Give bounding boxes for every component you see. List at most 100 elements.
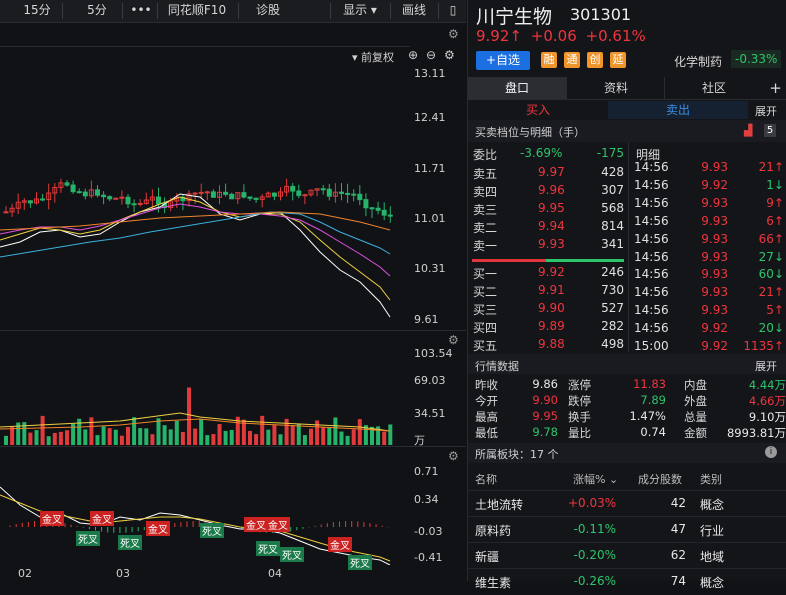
add-watchlist-button[interactable]: +自选 — [476, 51, 530, 70]
volume-bar — [40, 415, 45, 445]
candle — [137, 202, 143, 205]
sector-pct: +0.03% — [568, 496, 617, 510]
sector-name[interactable]: 化学制药 — [674, 53, 722, 70]
volume-axis-label: 34.51 — [414, 407, 446, 420]
kline-chart — [0, 178, 393, 318]
tag-margin[interactable]: 融 — [541, 52, 557, 68]
sector-count: 62 — [670, 548, 686, 562]
period-15min-button[interactable]: 15分 — [14, 0, 60, 22]
detail-volume: 5↑ — [766, 303, 784, 318]
trade-expand-button[interactable]: 展开 — [755, 103, 777, 119]
sector-type: 行业 — [700, 524, 725, 538]
candle — [156, 196, 161, 205]
macd-axis-label: -0.41 — [414, 551, 443, 564]
macd-panel: ⚙ 金叉 金叉 金叉 金叉 金叉 金叉 死叉 死叉 死叉 死叉 死叉 死叉 0.… — [0, 446, 466, 582]
settings-icon[interactable]: ⚙ — [444, 48, 455, 62]
sector-pct: -0.11% — [573, 522, 616, 536]
sidebar-toggle-icon[interactable]: ▯ — [444, 0, 462, 22]
detail-price: 9.93 — [701, 249, 728, 264]
stat-value: 1.47% — [629, 409, 666, 423]
sector-row[interactable]: 新疆 -0.20% 62 地域 — [468, 542, 786, 569]
buy-button[interactable]: 买入 — [468, 101, 608, 119]
bid-price[interactable]: 9.92 — [538, 265, 594, 279]
add-tab-icon[interactable]: + — [764, 77, 786, 99]
sector-row[interactable]: 原料药 -0.11% 47 行业 — [468, 516, 786, 543]
stat-value: 8993.81万 — [726, 426, 786, 440]
tag-gem[interactable]: 创 — [587, 52, 603, 68]
tag-connect[interactable]: 通 — [564, 52, 580, 68]
period-5min-button[interactable]: 5分 — [74, 0, 120, 22]
volume-bar — [223, 430, 228, 445]
detail-price: 9.93 — [701, 285, 728, 300]
gold-cross-label: 金叉 — [146, 521, 170, 536]
detail-price: 9.93 — [701, 160, 728, 174]
detail-time: 14:56 — [634, 285, 669, 300]
diagnose-button[interactable]: 诊股 — [250, 0, 286, 22]
f10-button[interactable]: 同花顺F10 — [162, 0, 232, 22]
volume-bar — [333, 417, 338, 445]
draw-line-button[interactable]: 画线 — [396, 0, 432, 22]
tab-orderbook[interactable]: 盘口 — [468, 77, 566, 99]
bid-price[interactable]: 9.88 — [538, 337, 594, 351]
stat-value: 9.95 — [532, 409, 558, 423]
bid-price[interactable]: 9.89 — [538, 319, 594, 333]
gear-icon[interactable]: ⚙ — [448, 449, 459, 463]
col-type-header[interactable]: 类别 — [700, 471, 722, 487]
stat-label: 跌停 — [568, 394, 591, 408]
gear-icon[interactable]: ⚙ — [448, 333, 459, 347]
stat-value: 4.66万 — [748, 394, 786, 408]
ma5-line — [0, 193, 391, 318]
volume-bar — [388, 424, 393, 445]
market-expand-button[interactable]: 展开 — [755, 358, 777, 374]
candle — [113, 197, 119, 200]
stock-code: 301301 — [570, 5, 632, 24]
tag-delay[interactable]: 延 — [610, 52, 626, 68]
zoom-in-icon[interactable]: ⊕ — [408, 48, 418, 62]
sell-button[interactable]: 卖出 — [608, 101, 748, 119]
stat-label: 外盘 — [684, 394, 707, 408]
info-icon[interactable]: i — [765, 446, 777, 458]
chart-icon[interactable]: ▟ — [744, 124, 752, 137]
ask-price[interactable]: 9.95 — [538, 201, 594, 215]
kline-panel: ⚙ ▾ 前复权 ⊕ ⊖ ⚙ 13.11 12.41 11.71 11.01 10… — [0, 22, 466, 330]
bid-price[interactable]: 9.91 — [538, 283, 594, 297]
ask-price[interactable]: 9.94 — [538, 219, 594, 233]
tab-profile[interactable]: 资料 — [566, 77, 665, 99]
gear-icon[interactable]: ⚙ — [448, 27, 459, 41]
display-dropdown[interactable]: 显示 ▾ — [340, 0, 380, 22]
col-name-header[interactable]: 名称 — [475, 471, 497, 487]
col-count-header[interactable]: 成分股数 — [638, 471, 682, 487]
volume-bar — [65, 430, 69, 445]
ask-price[interactable]: 9.96 — [538, 183, 594, 197]
col-pct-header[interactable]: 涨幅% ⌄ — [573, 471, 618, 487]
candle — [241, 192, 247, 198]
ask-label: 卖一 — [473, 239, 498, 253]
price-axis-label: 10.31 — [414, 262, 446, 275]
candle — [131, 203, 137, 206]
ask-price[interactable]: 9.93 — [538, 237, 594, 251]
x-axis-label: 02 — [18, 567, 32, 580]
volume-bar — [144, 428, 149, 445]
zoom-out-icon[interactable]: ⊖ — [426, 48, 436, 62]
tab-community[interactable]: 社区 — [664, 77, 763, 99]
sector-row[interactable]: 土地流转 +0.03% 42 概念 — [468, 490, 786, 517]
weibi-pct: -3.69% — [520, 146, 563, 160]
candle — [326, 188, 332, 197]
detail-price: 9.93 — [701, 213, 728, 228]
ask-price[interactable]: 9.97 — [538, 165, 594, 179]
x-axis-label: 03 — [116, 567, 130, 580]
bid-price[interactable]: 9.90 — [538, 301, 594, 315]
stat-value: 9.86 — [532, 377, 558, 391]
depth-badge[interactable]: 5 — [764, 124, 776, 137]
volume-bar — [278, 434, 283, 445]
volume-bar — [315, 420, 320, 445]
detail-time: 14:56 — [634, 231, 669, 246]
buy-strength-bar — [546, 259, 624, 262]
more-periods-button[interactable]: ••• — [126, 0, 156, 22]
sector-row[interactable]: 维生素 -0.26% 74 概念 — [468, 568, 786, 595]
stat-label: 量比 — [568, 426, 591, 440]
candle — [345, 192, 351, 195]
bid-label: 买四 — [473, 321, 498, 335]
candle — [247, 196, 253, 199]
detail-volume: 66↑ — [758, 231, 784, 246]
